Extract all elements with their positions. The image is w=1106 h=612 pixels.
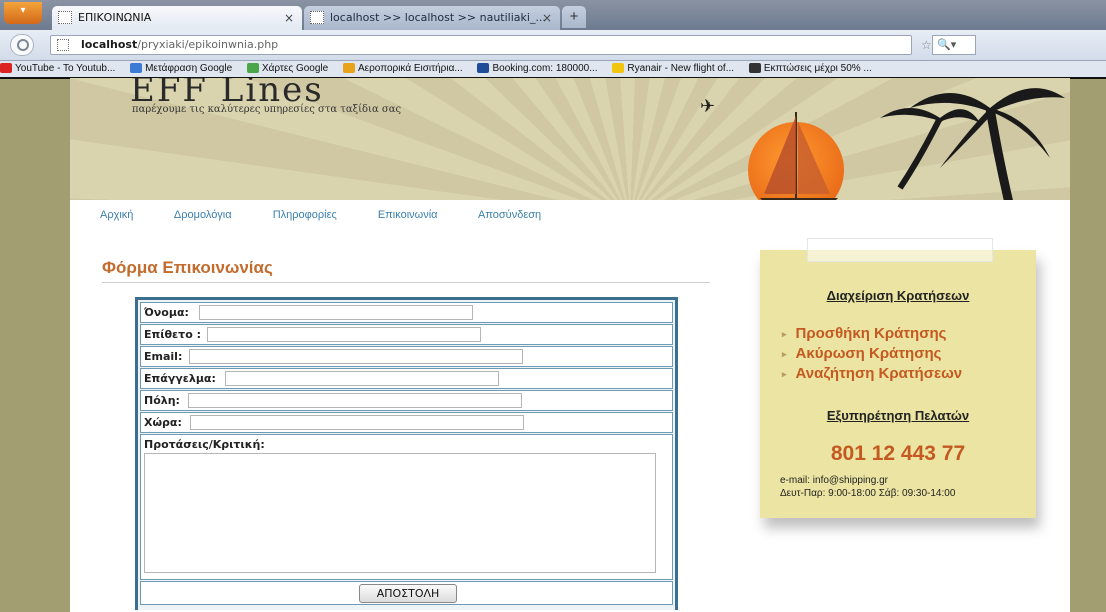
form-row-comments: Προτάσεις/Κριτική:: [140, 434, 673, 580]
surname-label: Επίθετο :: [144, 328, 201, 341]
surname-input[interactable]: [207, 327, 481, 342]
menu-item-info[interactable]: Πληροφορίες: [273, 209, 337, 221]
tab-title: ΕΠΙΚΟΙΝΩΝΙΑ: [78, 11, 152, 24]
menu-item-logout[interactable]: Αποσύνδεση: [478, 209, 541, 221]
name-label: Όνομα:: [144, 306, 189, 319]
form-row-profession: Επάγγελμα:: [140, 368, 673, 389]
form-row-email: Email:: [140, 346, 673, 367]
title-divider: [102, 282, 710, 283]
youtube-icon: [0, 63, 12, 74]
booking-icon: [477, 63, 490, 74]
translate-icon: [130, 63, 143, 74]
country-input[interactable]: [190, 415, 524, 430]
page-icon: [58, 11, 72, 24]
arrow-icon: ▸: [782, 369, 787, 380]
browser-tab-bar: ▾ ΕΠΙΚΟΙΝΩΝΙΑ × localhost >> localhost >…: [0, 0, 1106, 30]
url-path: /pryxiaki/epikoinwnia.php: [137, 38, 279, 51]
bookmark-item[interactable]: Ryanair - New flight of...: [612, 61, 734, 77]
bookmarks-toolbar: YouTube - To Youtub... Μετάφραση Google …: [0, 61, 1106, 79]
address-bar[interactable]: localhost/pryxiaki/epikoinwnia.php ☆ ▾ C: [50, 35, 932, 88]
submit-button[interactable]: ΑΠΟΣΤΟΛΗ: [359, 584, 457, 603]
discount-icon: [748, 63, 761, 74]
add-reservation-link[interactable]: ▸ Προσθήκη Κράτησης: [782, 324, 962, 344]
back-button[interactable]: [10, 34, 34, 56]
bookmark-item[interactable]: Χάρτες Google: [246, 61, 328, 77]
form-row-country: Χώρα:: [140, 412, 673, 433]
country-label: Χώρα:: [144, 416, 182, 429]
bookmark-item[interactable]: Booking.com: 180000...: [477, 61, 598, 77]
bookmark-item[interactable]: Εκπτώσεις μέχρι 50% ...: [748, 61, 872, 77]
site-tagline: παρέχουμε τις καλύτερες υπηρεσίες στα τα…: [132, 104, 402, 115]
name-input[interactable]: [199, 305, 473, 320]
city-input[interactable]: [188, 393, 522, 408]
bookmark-item[interactable]: YouTube - To Youtub...: [0, 61, 115, 77]
url-text: localhost/pryxiaki/epikoinwnia.php: [81, 36, 278, 54]
search-reservations-link[interactable]: ▸ Αναζήτηση Κρατήσεων: [782, 364, 962, 384]
profession-input[interactable]: [225, 371, 499, 386]
form-row-surname: Επίθετο :: [140, 324, 673, 345]
contact-email: e-mail: info@shipping.gr: [780, 475, 888, 486]
maps-icon: [246, 63, 259, 74]
reservations-heading[interactable]: Διαχείριση Κρατήσεων: [760, 288, 1036, 303]
tab-localhost[interactable]: localhost >> localhost >> nautiliaki_...…: [304, 6, 560, 30]
cancel-reservation-link[interactable]: ▸ Ακύρωση Κράτησης: [782, 344, 962, 364]
page-icon: [57, 39, 69, 51]
page-icon: [310, 11, 324, 24]
bookmark-item[interactable]: Αεροπορικά Εισιτήρια...: [342, 61, 463, 77]
menu-item-contact[interactable]: Επικοινωνία: [378, 209, 438, 221]
contact-info: e-mail: info@shipping.gr Δευτ-Παρ: 9:00-…: [780, 474, 955, 500]
arrow-icon: ▸: [782, 349, 787, 360]
url-host: localhost: [81, 38, 138, 51]
form-row-city: Πόλη:: [140, 390, 673, 411]
profession-label: Επάγγελμα:: [144, 372, 216, 385]
main-menu: Αρχική Δρομολόγια Πληροφορίες Επικοινωνί…: [100, 209, 579, 221]
phone-number: 801 12 443 77: [830, 442, 966, 465]
page-content: Αρχική Δρομολόγια Πληροφορίες Επικοινωνί…: [70, 200, 1070, 612]
ryanair-icon: [612, 63, 625, 74]
opening-hours: Δευτ-Παρ: 9:00-18:00 Σάβ: 09:30-14:00: [780, 488, 956, 499]
customer-service-heading[interactable]: Εξυπηρέτηση Πελατών: [760, 408, 1036, 423]
arrow-icon: ▸: [782, 329, 787, 340]
close-tab-icon[interactable]: ×: [284, 6, 294, 30]
navigation-bar: localhost/pryxiaki/epikoinwnia.php ☆ ▾ C…: [0, 30, 1106, 88]
form-row-name: Όνομα:: [140, 302, 673, 323]
reservations-sidebar: Διαχείριση Κρατήσεων ▸ Προσθήκη Κράτησης …: [760, 238, 1036, 518]
tape-decoration: [807, 238, 993, 262]
search-icon: [17, 39, 29, 51]
firefox-menu-button[interactable]: ▾: [4, 2, 42, 24]
flight-icon: [342, 63, 355, 74]
comments-textarea[interactable]: [144, 453, 656, 573]
email-input[interactable]: [189, 349, 523, 364]
new-tab-button[interactable]: +: [562, 6, 586, 28]
comments-label: Προτάσεις/Κριτική:: [144, 438, 265, 451]
close-tab-icon[interactable]: ×: [542, 6, 552, 30]
search-engine-box[interactable]: 🔍▾: [932, 35, 976, 55]
tab-contact[interactable]: ΕΠΙΚΟΙΝΩΝΙΑ ×: [52, 6, 302, 30]
bird-icon: ✈: [700, 96, 716, 116]
city-label: Πόλη:: [144, 394, 180, 407]
form-row-submit: ΑΠΟΣΤΟΛΗ: [140, 581, 673, 605]
email-label: Email:: [144, 350, 183, 363]
reservation-links: ▸ Προσθήκη Κράτησης ▸ Ακύρωση Κράτησης ▸ Αν…: [782, 324, 962, 384]
contact-form: Όνομα: Επίθετο : Email: Επάγγελμα: Πόλη:…: [135, 297, 678, 610]
menu-item-home[interactable]: Αρχική: [100, 209, 133, 221]
bookmark-item[interactable]: Μετάφραση Google: [130, 61, 232, 77]
page-title: Φόρμα Επικοινωνίας: [102, 258, 273, 277]
tab-title: localhost >> localhost >> nautiliaki_...: [330, 11, 546, 24]
menu-item-routes[interactable]: Δρομολόγια: [174, 209, 232, 221]
